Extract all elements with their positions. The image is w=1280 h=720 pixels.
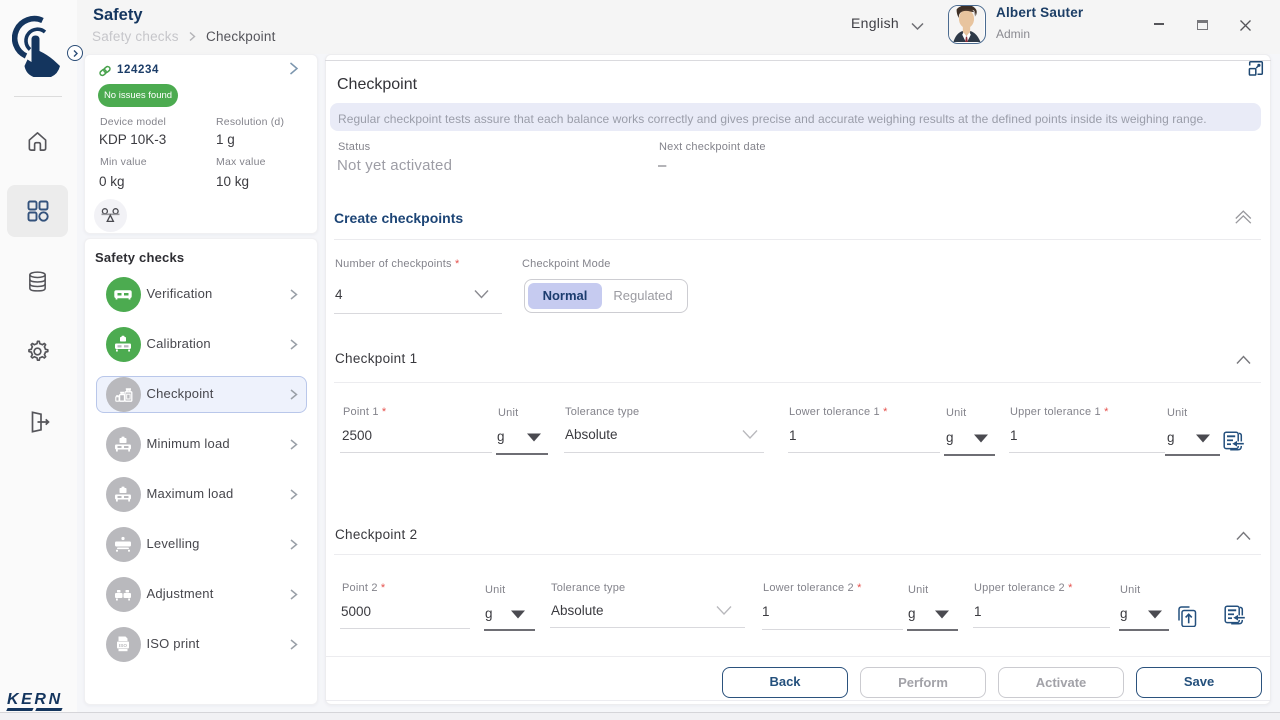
svg-text:ISO: ISO [119, 643, 127, 648]
